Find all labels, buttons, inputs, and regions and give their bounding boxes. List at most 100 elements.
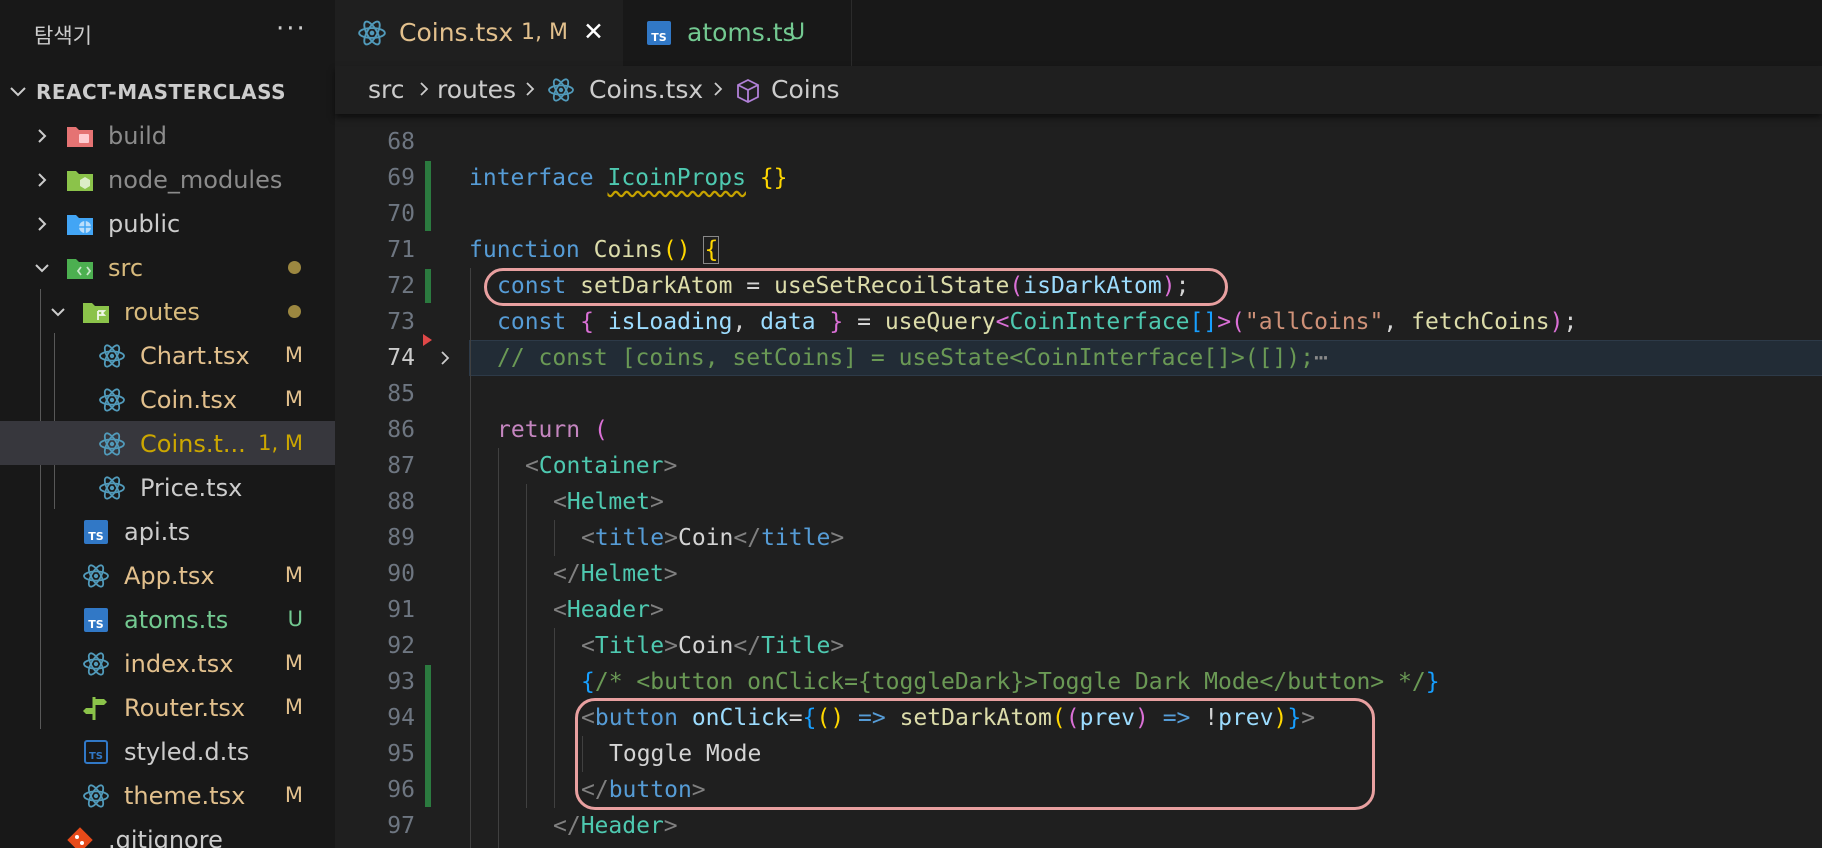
code-line-89: <title>Coin</title> [581,525,845,551]
breadcrumb-symbol[interactable]: Coins [771,75,840,104]
tree-file-price[interactable]: Price.tsx [0,465,335,509]
tree-label: App.tsx [124,562,215,590]
tree-label: build [108,122,168,150]
line-number: 91 [387,597,415,623]
tree-folder-build[interactable]: build [0,113,335,157]
tree-label: Coin.tsx [140,386,238,414]
line-number: 85 [387,381,415,407]
line-number: 87 [387,453,415,479]
code-line-86: return ( [497,417,608,443]
tree-folder-src[interactable]: src [0,245,335,289]
svg-text:TS: TS [651,31,667,44]
explorer-sidebar: 탐색기 ··· REACT-MASTERCLASS build node_mod… [0,0,335,848]
code-line-91: <Header> [553,597,664,623]
indent-guide [526,484,527,808]
line-number: 95 [387,741,415,767]
chevron-right-icon [714,82,723,96]
breadcrumb: src routes Coins.tsx Coins [335,66,1822,114]
tree-label: node_modules [108,166,283,194]
chevron-right-icon [38,129,47,143]
more-actions-icon[interactable]: ··· [276,14,307,44]
code-line-74: // const [coins, setCoins] = useState<Co… [497,345,1328,371]
folded-ellipsis[interactable]: ⋯ [1314,345,1328,371]
tree-file-app[interactable]: App.tsx M [0,553,335,597]
chevron-right-icon [420,82,429,96]
line-number: 97 [387,813,415,839]
code-line-71: function Coins() { [469,236,720,264]
breadcrumb-routes[interactable]: routes [437,75,516,104]
tree-file-atoms[interactable]: TS atoms.ts U [0,597,335,641]
code-line-93: {/* <button onClick={toggleDark}>Toggle … [581,669,1440,695]
git-icon [67,827,93,848]
line-number: 92 [387,633,415,659]
router-icon [83,697,107,720]
react-icon [99,432,125,456]
tree-file-styled-d[interactable]: TS styled.d.ts [0,729,335,773]
tree-file-index[interactable]: index.tsx M [0,641,335,685]
project-root[interactable]: REACT-MASTERCLASS [0,72,335,112]
git-status-badge: M [284,783,303,807]
svg-text:TS: TS [89,751,103,762]
tree-label: Chart.tsx [140,342,250,370]
tree-file-theme[interactable]: theme.tsx M [0,773,335,817]
code-line-73: const { isLoading, data } = useQuery<Coi… [497,309,1578,335]
indent-guide [498,448,499,848]
tab-atoms-ts[interactable]: TS atoms.ts U [623,0,852,66]
line-number: 88 [387,489,415,515]
editor-area: Coins.tsx 1, M ✕ TS atoms.ts U src route… [335,0,1822,848]
line-number: 86 [387,417,415,443]
tree-label: Coins.t... [140,430,246,458]
highlight-annotation [575,698,1375,810]
indent-guide [554,628,555,808]
fold-chevron-icon[interactable] [436,348,454,368]
tree-label: index.tsx [124,650,234,678]
tree-label: public [108,210,181,238]
tab-status: 1, M [521,20,568,45]
indent-guide [470,268,471,848]
tree-label: atoms.ts [124,606,229,634]
chevron-down-icon [35,264,49,273]
tree-file-chart[interactable]: Chart.tsx M [0,333,335,377]
code-line-69: interface IcoinProps {} [469,165,788,191]
tree-label: routes [124,298,200,326]
tab-coins-tsx[interactable]: Coins.tsx 1, M ✕ [335,0,623,66]
tree-folder-routes[interactable]: routes [0,289,335,333]
breadcrumb-src[interactable]: src [368,75,405,104]
git-status-badge: U [287,607,303,631]
tree-file-router[interactable]: Router.tsx M [0,685,335,729]
tree-folder-public[interactable]: public [0,201,335,245]
tab-label: Coins.tsx [399,18,514,47]
git-status-badge: M [284,695,303,719]
chevron-right-icon [526,82,535,96]
tree-label: src [108,254,144,282]
svg-text:TS: TS [88,530,104,543]
breadcrumb-file[interactable]: Coins.tsx [589,75,703,104]
ts-outline-icon: TS [84,740,108,764]
tab-label: atoms.ts [687,18,796,47]
line-number: 90 [387,561,415,587]
folder-build-icon [67,127,93,147]
line-number: 72 [387,273,415,299]
git-deleted-marker [423,334,432,346]
folder-src-icon [67,259,93,279]
react-icon [548,78,574,102]
tree-file-gitignore[interactable]: .gitignore [0,817,335,848]
chevron-right-icon [38,217,47,231]
tab-bar: Coins.tsx 1, M ✕ TS atoms.ts U [335,0,1822,66]
tree-file-coins[interactable]: Coins.t... 1, M [0,421,335,465]
react-icon [83,784,109,808]
tree-file-coin[interactable]: Coin.tsx M [0,377,335,421]
modified-dot [288,261,301,274]
indent-guide [554,520,555,556]
tree-folder-node-modules[interactable]: node_modules [0,157,335,201]
tree-file-api[interactable]: TS api.ts [0,509,335,553]
line-number: 70 [387,201,415,227]
close-icon[interactable]: ✕ [583,17,604,46]
tree-label: Router.tsx [124,694,246,722]
code-line-87: <Container> [525,453,678,479]
line-number: 94 [387,705,415,731]
chevron-down-icon [51,308,65,317]
folder-routes-icon [83,303,109,323]
modified-dot [288,305,301,318]
code-editor[interactable]: 68 69 70 71 72 73 74 85 86 87 88 89 90 9… [335,108,1822,848]
